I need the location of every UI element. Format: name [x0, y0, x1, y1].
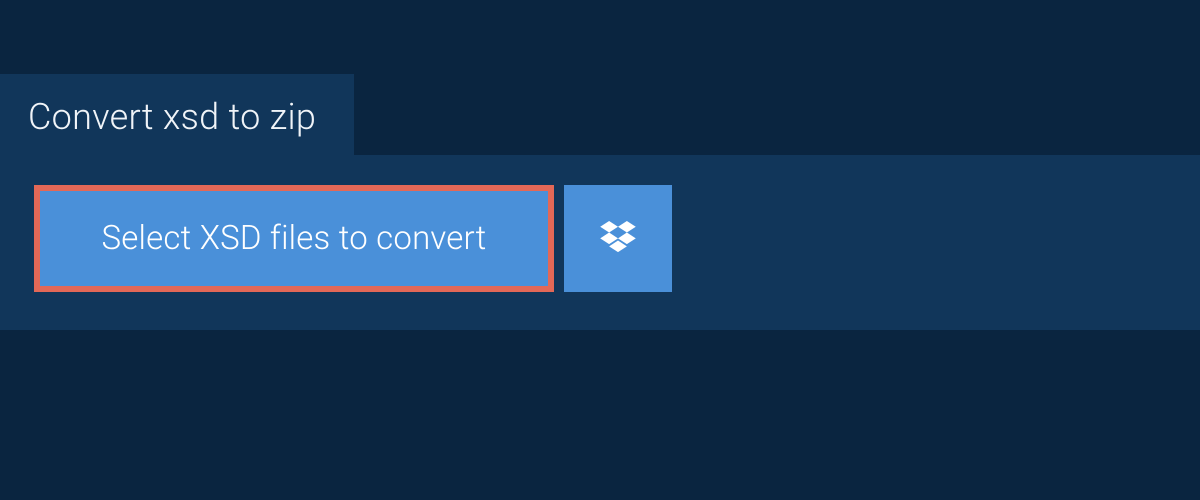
dropbox-icon: [600, 221, 636, 257]
dropbox-button[interactable]: [564, 185, 672, 292]
button-row: Select XSD files to convert: [34, 185, 1166, 292]
tab-label: Convert xsd to zip: [28, 96, 316, 138]
select-files-button[interactable]: Select XSD files to convert: [34, 185, 554, 292]
page-background-top: [0, 0, 1200, 74]
content-panel: Select XSD files to convert: [0, 155, 1200, 330]
select-files-label: Select XSD files to convert: [102, 219, 487, 258]
tab-convert[interactable]: Convert xsd to zip: [0, 74, 354, 160]
